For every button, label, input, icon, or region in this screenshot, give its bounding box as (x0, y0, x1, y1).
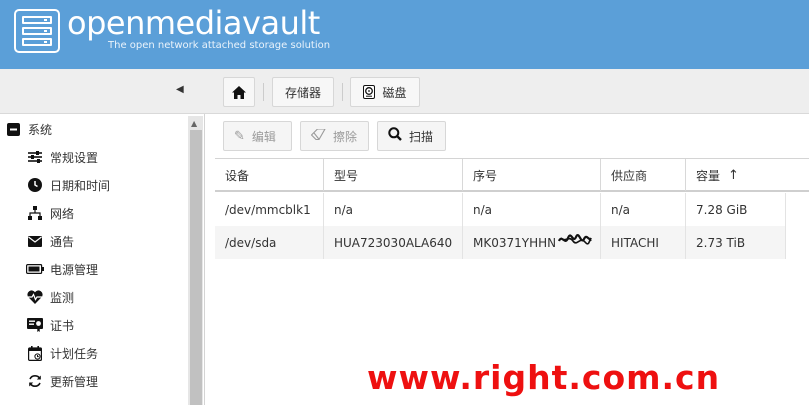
clock-icon (26, 177, 44, 193)
heartbeat-icon (26, 289, 44, 305)
grid-header: 设备 型号 序号 供应商 容量 ↑ (215, 158, 809, 192)
table-row[interactable]: /dev/sda HUA723030ALA640 MK0371YHHN HITA… (215, 226, 786, 259)
column-header-label: 容量 (696, 168, 721, 183)
table-row[interactable]: /dev/mmcblk1 n/a n/a n/a 7.28 GiB (215, 193, 786, 226)
breadcrumb-home[interactable] (223, 77, 255, 107)
sidebar-item-notifications[interactable]: 通告 (26, 231, 74, 251)
column-header-label: 供应商 (611, 168, 648, 183)
sidebar-item-network[interactable]: 网络 (26, 203, 74, 223)
cell-device: /dev/sda (215, 226, 324, 259)
sort-ascending-icon: ↑ (728, 167, 739, 183)
hard-drive-icon (363, 85, 376, 99)
sidebar-item-update-management[interactable]: 更新管理 (26, 371, 98, 391)
refresh-icon (26, 373, 44, 389)
sidebar-scroll-thumb[interactable] (190, 130, 202, 405)
calendar-icon (26, 345, 44, 361)
breadcrumb-disks-label: 磁盘 (382, 85, 407, 100)
column-header-serial[interactable]: 序号 (463, 159, 601, 191)
sidebar-item-label: 证书 (50, 318, 75, 333)
breadcrumb-disks[interactable]: 磁盘 (350, 77, 420, 107)
scan-button-label: 扫描 (409, 129, 434, 144)
battery-icon (26, 261, 44, 277)
wipe-button[interactable]: 擦除 (300, 121, 369, 151)
column-header-label: 型号 (334, 168, 359, 183)
cell-model: n/a (324, 193, 463, 226)
scan-button[interactable]: 扫描 (377, 121, 446, 151)
scroll-up-icon[interactable]: ▲ (191, 119, 197, 128)
column-header-label: 序号 (473, 168, 498, 183)
edit-button-label: 编辑 (251, 129, 276, 144)
breadcrumb-separator (263, 83, 264, 101)
network-icon (26, 205, 44, 221)
watermark-text: www.right.com.cn (367, 358, 721, 397)
sidebar-item-label: 监测 (50, 290, 75, 305)
sidebar-item-power-management[interactable]: 电源管理 (26, 259, 98, 279)
sidebar-item-certificates[interactable]: 证书 (26, 315, 74, 335)
column-header-label: 设备 (225, 168, 250, 183)
sidebar-item-label: 计划任务 (50, 346, 99, 361)
brand-tagline: The open network attached storage soluti… (108, 40, 331, 51)
cell-vendor: n/a (601, 193, 686, 226)
column-header-device[interactable]: 设备 (215, 159, 324, 191)
sidebar-item-scheduled-tasks[interactable]: 计划任务 (26, 343, 98, 363)
home-icon (232, 85, 246, 99)
grid-toolbar: ✎ 编辑 擦除 扫描 (214, 114, 809, 158)
cell-device: /dev/mmcblk1 (215, 193, 324, 226)
sidebar-item-system[interactable]: 系统 (4, 119, 52, 139)
sidebar-item-label: 系统 (28, 122, 53, 137)
minus-square-icon (4, 121, 22, 137)
column-header-vendor[interactable]: 供应商 (601, 159, 686, 191)
column-header-model[interactable]: 型号 (324, 159, 463, 191)
sidebar-item-label: 常规设置 (50, 150, 99, 165)
sidebar-item-label: 网络 (50, 206, 75, 221)
server-logo-icon (14, 9, 60, 53)
wipe-button-label: 擦除 (333, 129, 358, 144)
breadcrumb-storage[interactable]: 存储器 (272, 77, 334, 107)
breadcrumb-separator (342, 83, 343, 101)
sidebar-item-label: 日期和时间 (50, 178, 111, 193)
search-icon (388, 127, 402, 145)
cell-capacity: 7.28 GiB (686, 193, 786, 226)
redaction-scribble (558, 234, 592, 245)
edit-button[interactable]: ✎ 编辑 (223, 121, 292, 151)
sidebar-item-label: 更新管理 (50, 374, 99, 389)
sidebar-item-date-time[interactable]: 日期和时间 (26, 175, 110, 195)
pencil-icon: ✎ (234, 128, 245, 144)
envelope-icon (26, 233, 44, 249)
certificate-icon (26, 317, 44, 333)
breadcrumb-bar: ◀ 存储器 磁盘 (0, 69, 809, 114)
cell-vendor: HITACHI (601, 226, 686, 259)
sidebar-item-general-settings[interactable]: 常规设置 (26, 147, 98, 167)
cell-serial: n/a (463, 193, 601, 226)
sidebar-item-label: 通告 (50, 234, 75, 249)
column-header-capacity[interactable]: 容量 ↑ (686, 159, 809, 191)
eraser-icon (310, 127, 326, 144)
cell-capacity: 2.73 TiB (686, 226, 786, 259)
sidebar-item-monitoring[interactable]: 监测 (26, 287, 74, 307)
sidebar-item-label: 电源管理 (50, 262, 99, 277)
cell-model: HUA723030ALA640 (324, 226, 463, 259)
brand-name: openmediavault (67, 4, 320, 42)
app-header: openmediavault The open network attached… (0, 0, 809, 69)
collapse-sidebar-icon[interactable]: ◀ (176, 84, 188, 98)
sliders-icon (26, 149, 44, 165)
